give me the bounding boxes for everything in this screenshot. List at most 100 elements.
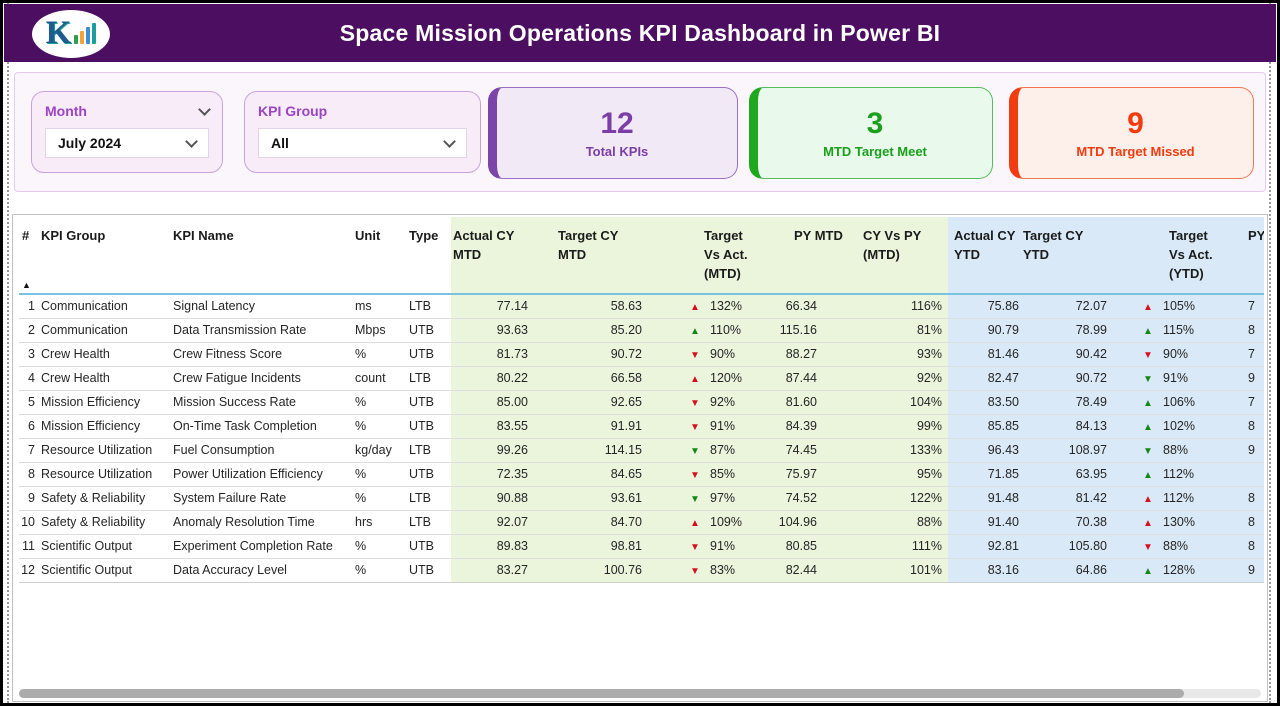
cell-target_mtd: 93.61 xyxy=(536,486,644,510)
chevron-down-icon xyxy=(443,135,456,148)
cell-num: 9 xyxy=(19,486,41,510)
cell-target_mtd: 92.65 xyxy=(536,390,644,414)
cell-num: 4 xyxy=(19,366,41,390)
kpi-group-dropdown-value: All xyxy=(271,135,289,151)
month-dropdown[interactable]: July 2024 xyxy=(45,128,209,158)
cell-target_mtd: 91.91 xyxy=(536,414,644,438)
column-header-label: Unit xyxy=(355,227,409,246)
column-header-name[interactable]: KPI Name xyxy=(173,217,355,294)
cell-tva_ytd: ▲105% xyxy=(1111,294,1246,318)
cell-actual_mtd: 83.27 xyxy=(451,558,536,582)
column-header-tva_mtd[interactable]: Target Vs Act. (MTD) xyxy=(644,217,762,294)
variance-value: 106% xyxy=(1163,395,1195,409)
column-header-target_mtd[interactable]: Target CY MTD xyxy=(536,217,644,294)
mtd-target-missed-card: 9 MTD Target Missed xyxy=(1009,87,1254,179)
cell-target_mtd: 85.20 xyxy=(536,318,644,342)
cell-unit: % xyxy=(355,486,409,510)
cell-py_ytd: 8 xyxy=(1246,318,1264,342)
cell-actual_ytd: 96.43 xyxy=(948,438,1023,462)
cell-tva_mtd: ▼87% xyxy=(644,438,762,462)
cell-target_mtd: 84.70 xyxy=(536,510,644,534)
arrow-down-icon: ▼ xyxy=(1143,542,1163,553)
column-header-type[interactable]: Type xyxy=(409,217,451,294)
cell-actual_mtd: 72.35 xyxy=(451,462,536,486)
arrow-down-icon: ▼ xyxy=(690,542,710,553)
cell-py_mtd: 80.85 xyxy=(762,534,859,558)
kpi-group-dropdown[interactable]: All xyxy=(258,128,467,158)
cell-group: Safety & Reliability xyxy=(41,486,173,510)
cell-actual_mtd: 81.73 xyxy=(451,342,536,366)
kr-analytics-logo: K xyxy=(32,10,110,58)
cell-name: Fuel Consumption xyxy=(173,438,355,462)
cell-target_ytd: 105.80 xyxy=(1023,534,1111,558)
variance-value: 120% xyxy=(710,371,742,385)
cell-target_ytd: 81.42 xyxy=(1023,486,1111,510)
cell-target_ytd: 84.13 xyxy=(1023,414,1111,438)
chevron-down-icon xyxy=(185,135,198,148)
column-header-tva_ytd[interactable]: Target Vs Act. (YTD) xyxy=(1111,217,1246,294)
arrow-up-icon: ▲ xyxy=(1143,398,1163,409)
cell-actual_ytd: 83.16 xyxy=(948,558,1023,582)
column-header-py_ytd[interactable]: PY YTD xyxy=(1246,217,1264,294)
cell-py_mtd: 84.39 xyxy=(762,414,859,438)
table-row: 2CommunicationData Transmission RateMbps… xyxy=(19,318,1264,342)
column-header-num[interactable]: #▲ xyxy=(19,217,41,294)
cell-type: UTB xyxy=(409,342,451,366)
variance-value: 85% xyxy=(710,467,735,481)
horizontal-scrollbar-track[interactable] xyxy=(19,689,1261,698)
arrow-up-icon: ▲ xyxy=(690,326,710,337)
cell-actual_ytd: 85.85 xyxy=(948,414,1023,438)
cell-type: UTB xyxy=(409,414,451,438)
table-row: 10Safety & ReliabilityAnomaly Resolution… xyxy=(19,510,1264,534)
cell-py_ytd: 9 xyxy=(1246,558,1264,582)
cell-py_mtd: 87.44 xyxy=(762,366,859,390)
mtd-target-missed-label: MTD Target Missed xyxy=(1076,144,1194,159)
cell-unit: % xyxy=(355,534,409,558)
cell-target_ytd: 64.86 xyxy=(1023,558,1111,582)
column-header-label: Type xyxy=(409,227,451,246)
cell-cyvspy_mtd: 104% xyxy=(859,390,948,414)
arrow-up-icon: ▲ xyxy=(1143,302,1163,313)
cell-actual_mtd: 93.63 xyxy=(451,318,536,342)
column-header-actual_ytd[interactable]: Actual CY YTD xyxy=(948,217,1023,294)
column-header-group[interactable]: KPI Group xyxy=(41,217,173,294)
cell-name: System Failure Rate xyxy=(173,486,355,510)
column-header-label: PY YTD xyxy=(1248,227,1264,246)
table-row: 4Crew HealthCrew Fatigue IncidentscountL… xyxy=(19,366,1264,390)
chevron-down-icon[interactable] xyxy=(198,103,211,116)
variance-value: 128% xyxy=(1163,563,1195,577)
column-header-cyvspy_mtd[interactable]: CY Vs PY (MTD) xyxy=(859,217,948,294)
cell-target_ytd: 90.72 xyxy=(1023,366,1111,390)
variance-value: 105% xyxy=(1163,299,1195,313)
cell-actual_ytd: 71.85 xyxy=(948,462,1023,486)
cell-py_ytd: 7 xyxy=(1246,390,1264,414)
variance-value: 109% xyxy=(710,515,742,529)
cell-tva_mtd: ▼91% xyxy=(644,534,762,558)
arrow-up-icon: ▲ xyxy=(1143,326,1163,337)
column-header-target_ytd[interactable]: Target CY YTD xyxy=(1023,217,1111,294)
cell-name: Signal Latency xyxy=(173,294,355,318)
horizontal-scrollbar-thumb[interactable] xyxy=(19,689,1184,698)
column-header-unit[interactable]: Unit xyxy=(355,217,409,294)
table-row: 8Resource UtilizationPower Utilization E… xyxy=(19,462,1264,486)
cell-unit: Mbps xyxy=(355,318,409,342)
sort-ascending-icon[interactable]: ▲ xyxy=(22,281,31,290)
cell-actual_ytd: 82.47 xyxy=(948,366,1023,390)
variance-value: 91% xyxy=(1163,371,1188,385)
variance-value: 132% xyxy=(710,299,742,313)
cell-tva_mtd: ▼85% xyxy=(644,462,762,486)
cell-group: Mission Efficiency xyxy=(41,414,173,438)
kpi-table-viewport: #▲KPI GroupKPI NameUnitTypeActual CY MTD… xyxy=(19,217,1264,685)
cell-name: Crew Fatigue Incidents xyxy=(173,366,355,390)
table-row: 9Safety & ReliabilitySystem Failure Rate… xyxy=(19,486,1264,510)
cell-actual_ytd: 92.81 xyxy=(948,534,1023,558)
cell-actual_mtd: 89.83 xyxy=(451,534,536,558)
variance-value: 83% xyxy=(710,563,735,577)
cell-cyvspy_mtd: 81% xyxy=(859,318,948,342)
column-header-actual_mtd[interactable]: Actual CY MTD xyxy=(451,217,536,294)
total-kpis-card: 12 Total KPIs xyxy=(488,87,738,179)
cell-unit: ms xyxy=(355,294,409,318)
cell-target_mtd: 84.65 xyxy=(536,462,644,486)
column-header-py_mtd[interactable]: PY MTD xyxy=(762,217,859,294)
cell-type: UTB xyxy=(409,558,451,582)
